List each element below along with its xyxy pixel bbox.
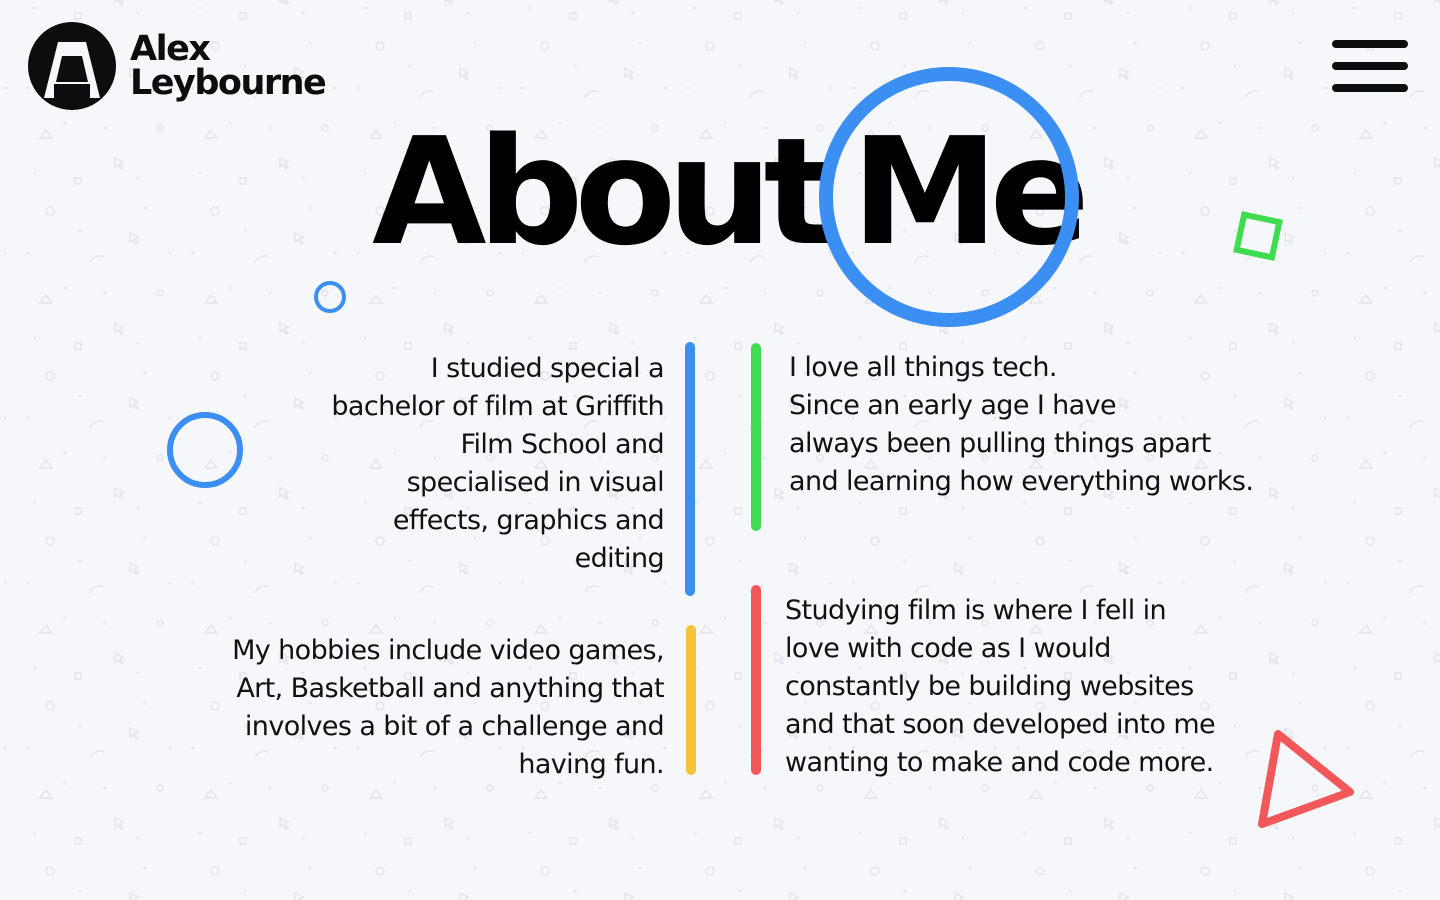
brand-logo[interactable]: Alex Leybourne bbox=[28, 22, 327, 110]
text-line: Film School and bbox=[460, 429, 665, 460]
text-line: bachelor of film at Griffith bbox=[331, 391, 664, 422]
text-line: I studied special a bbox=[430, 353, 665, 384]
small-circle-decoration bbox=[314, 281, 346, 313]
brand-name-line1: Alex bbox=[130, 29, 211, 69]
text-line: always been pulling things apart bbox=[789, 428, 1211, 459]
divider-bar-red bbox=[751, 585, 761, 775]
text-line: constantly be building websites bbox=[785, 671, 1194, 702]
title-circle-decoration bbox=[819, 67, 1079, 327]
text-line: and learning how everything works. bbox=[789, 466, 1254, 497]
text-line: editing bbox=[574, 543, 665, 574]
hamburger-menu-icon[interactable] bbox=[1332, 40, 1408, 92]
text-line: involves a bit of a challenge and bbox=[244, 711, 665, 742]
text-line: and that soon developed into me bbox=[785, 709, 1216, 740]
text-line: specialised in visual bbox=[406, 467, 665, 498]
hobbies-text: My hobbies include video games, Art, Bas… bbox=[150, 632, 665, 784]
large-circle-decoration bbox=[167, 412, 243, 488]
divider-bar-yellow bbox=[686, 625, 696, 775]
text-line: My hobbies include video games, bbox=[232, 635, 665, 666]
code-text: Studying film is where I fell in love wi… bbox=[785, 592, 1255, 782]
film-studies-text: I studied special a bachelor of film at … bbox=[260, 350, 664, 578]
brand-name-line2: Leybourne bbox=[130, 63, 327, 103]
page-title-word1: About bbox=[372, 106, 834, 278]
text-line: having fun. bbox=[518, 749, 664, 780]
square-decoration bbox=[1233, 211, 1283, 261]
brand-name: Alex Leybourne bbox=[130, 29, 327, 103]
text-line: I love all things tech. bbox=[789, 352, 1058, 383]
text-line: Art, Basketball and anything that bbox=[236, 673, 664, 704]
a-monogram-icon bbox=[28, 22, 116, 110]
divider-bar-blue bbox=[685, 342, 695, 596]
text-line: Studying film is where I fell in bbox=[785, 595, 1167, 626]
text-line: wanting to make and code more. bbox=[785, 747, 1214, 778]
tech-text: I love all things tech. Since an early a… bbox=[789, 349, 1349, 501]
divider-bar-green bbox=[751, 343, 761, 531]
text-line: Since an early age I have bbox=[789, 390, 1117, 421]
text-line: effects, graphics and bbox=[392, 505, 665, 536]
text-line: love with code as I would bbox=[785, 633, 1111, 664]
triangle-decoration bbox=[1258, 730, 1354, 828]
